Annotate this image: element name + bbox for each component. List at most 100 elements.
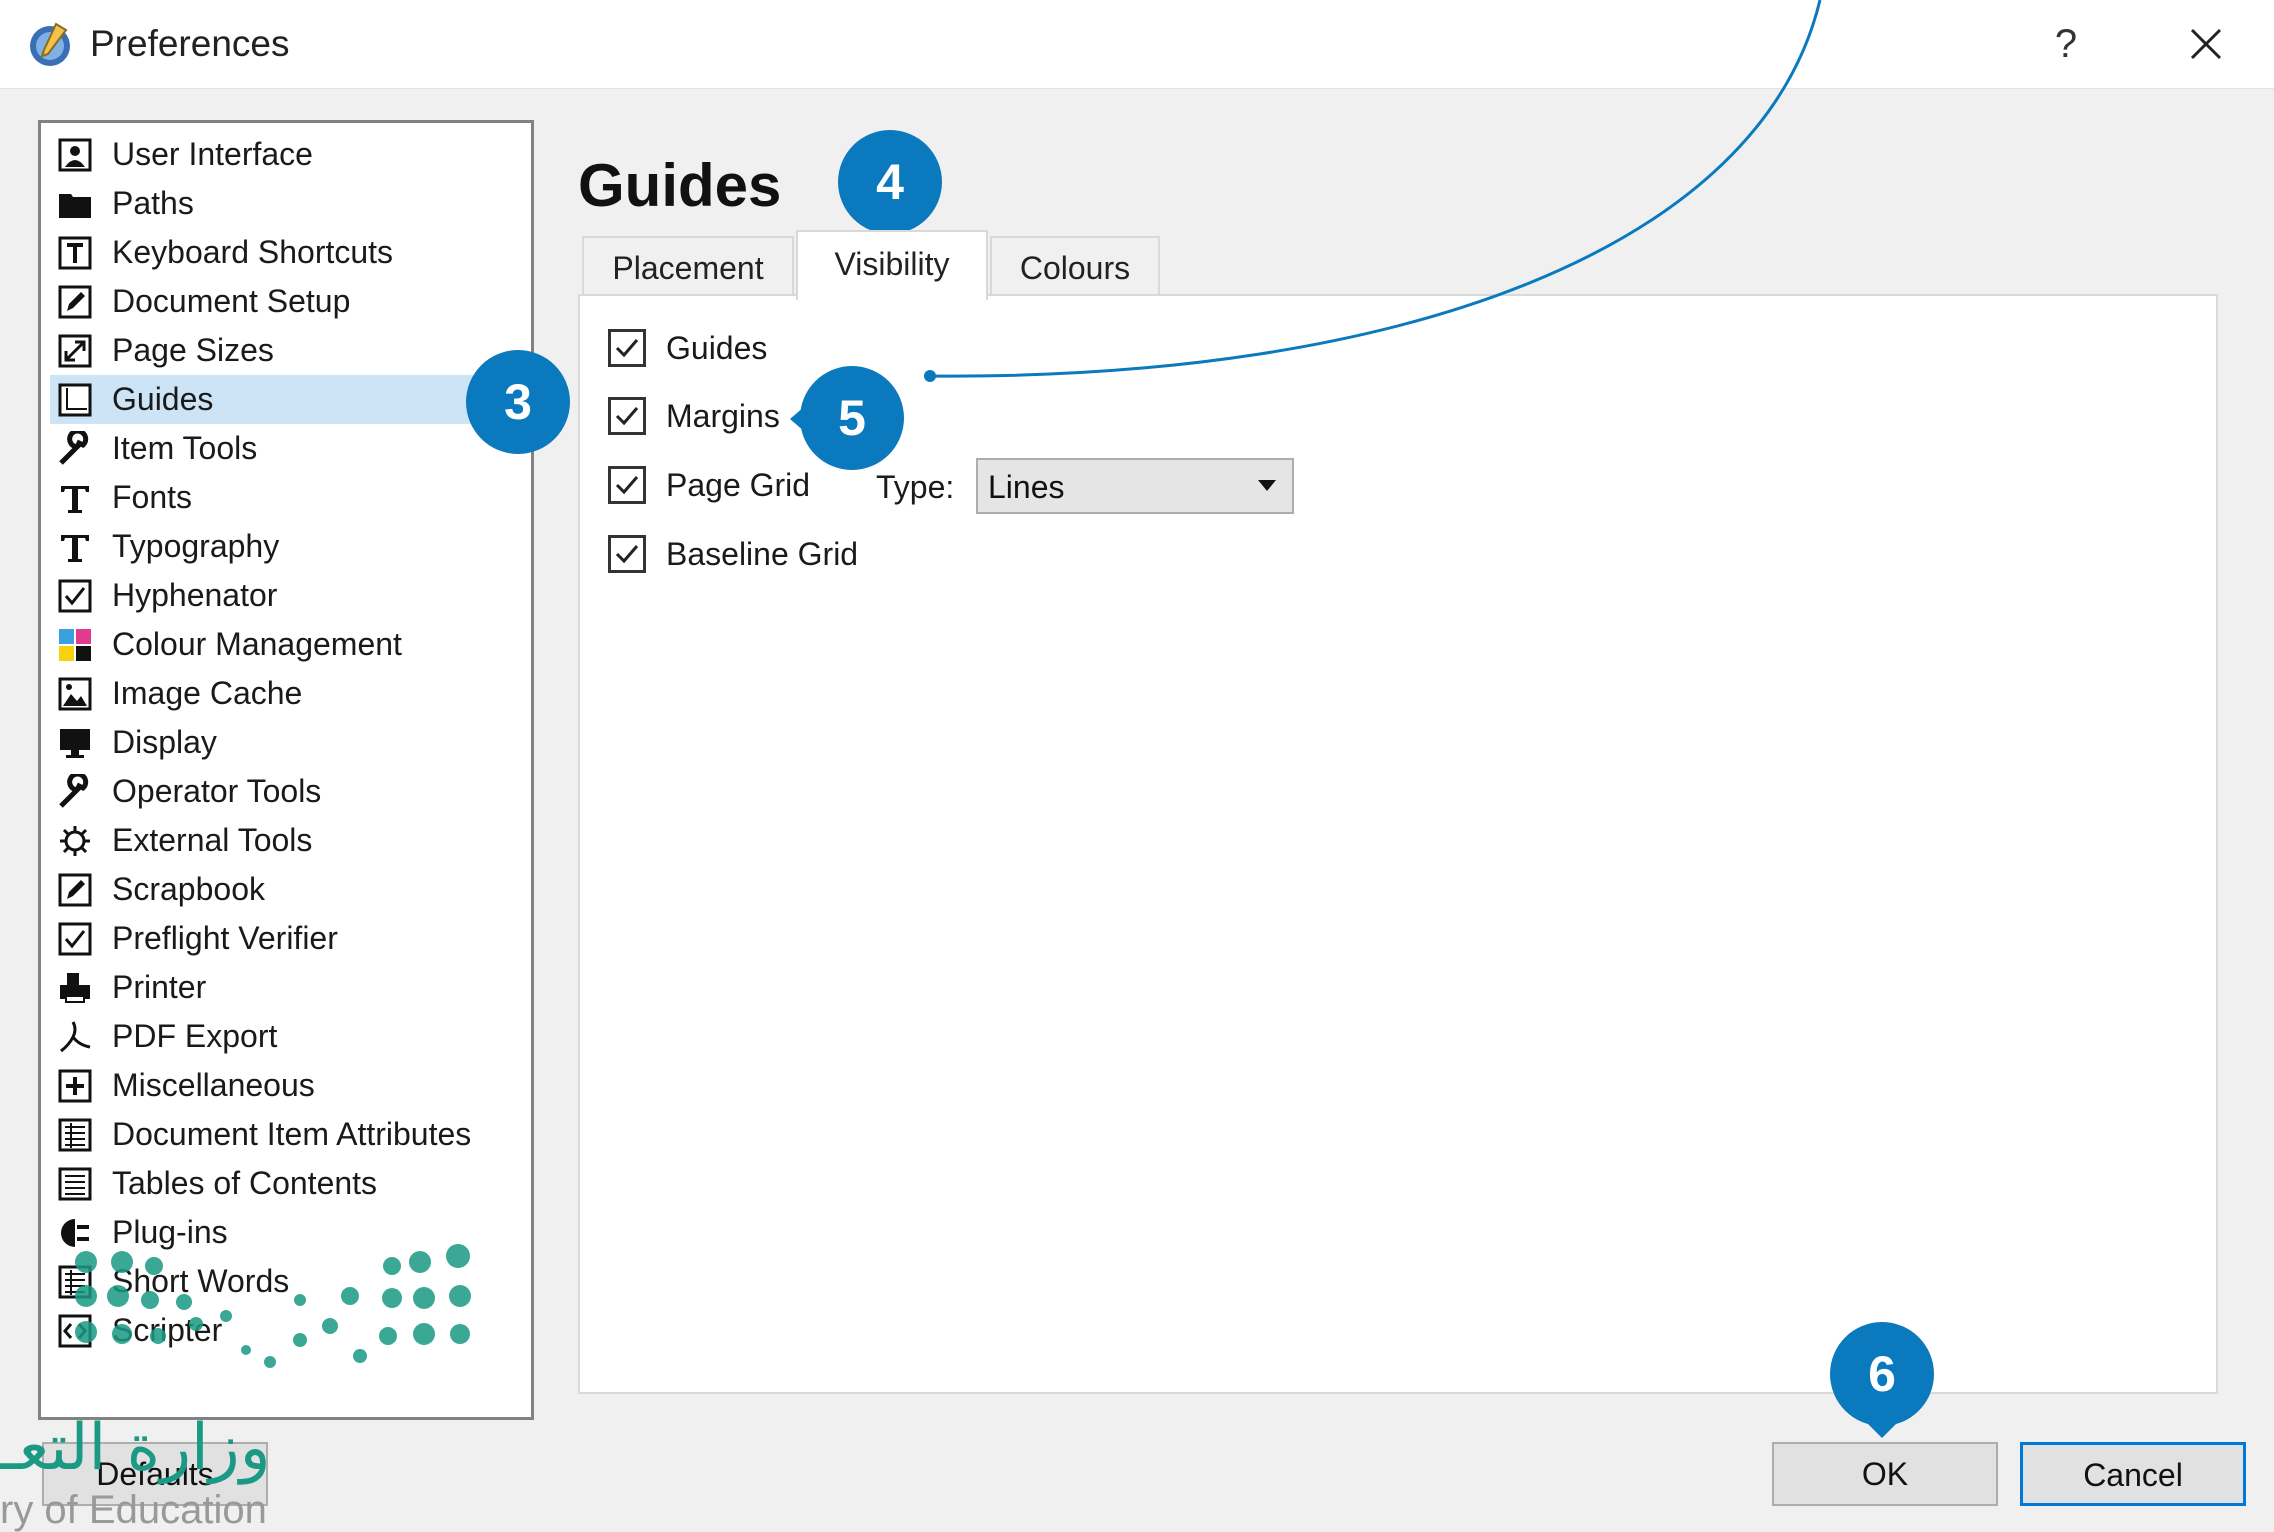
callout-3: 3 [466,350,570,454]
grid-type-label: Type: [876,469,955,505]
ok-button[interactable]: OK [1772,1442,1998,1506]
sidebar-item-keyboard-shortcuts[interactable]: Keyboard Shortcuts [50,228,515,277]
margins-option[interactable]: Margins [608,397,780,435]
sidebar-item-label: Keyboard Shortcuts [112,234,394,270]
baseline-grid-option[interactable]: Baseline Grid [608,535,858,573]
sidebar-item-pdf-export[interactable]: PDF Export [50,1012,515,1061]
baseline-grid-option-label: Baseline Grid [666,535,859,572]
tab-placement[interactable]: Placement [582,236,794,298]
sidebar-item-label: Document Setup [112,283,351,319]
sidebar-item-label: Preflight Verifier [112,920,338,956]
sidebar-item-label: External Tools [112,822,313,858]
font-icon [56,528,94,566]
sidebar-item-document-setup[interactable]: Document Setup [50,277,515,326]
cancel-button[interactable]: Cancel [2020,1442,2246,1506]
sidebar-item-image-cache[interactable]: Image Cache [50,669,515,718]
plugin-icon [56,1214,94,1252]
sidebar-item-label: Plug-ins [112,1214,228,1250]
sidebar-item-label: Hyphenator [112,577,278,613]
sidebar-item-miscellaneous[interactable]: Miscellaneous [50,1061,515,1110]
window-title: Preferences [90,23,290,64]
sidebar-item-typography[interactable]: Typography [50,522,515,571]
sidebar-item-label: Paths [112,185,194,221]
baseline-grid-checkbox[interactable] [608,535,646,573]
watermark-latin: ry of Education [0,1488,267,1532]
scripter-icon [56,1312,94,1350]
help-button[interactable]: ? [2038,16,2094,72]
list-icon [56,1116,94,1154]
sidebar-item-label: Tables of Contents [112,1165,378,1201]
sidebar-item-label: Operator Tools [112,773,322,809]
page-grid-option[interactable]: Page Grid [608,466,810,504]
margins-checkbox[interactable] [608,397,646,435]
sidebar-item-label: PDF Export [112,1018,278,1054]
preferences-category-list[interactable]: User Interface Paths Keyboard Shortcuts … [38,120,534,1420]
sidebar-item-short-words[interactable]: Short Words [50,1257,515,1306]
callout-4: 4 [838,130,942,234]
sidebar-item-user-interface[interactable]: User Interface [50,130,515,179]
folder-icon [56,185,94,223]
sidebar-item-label: Miscellaneous [112,1067,315,1103]
scrapbook-icon [56,871,94,909]
keyboard-shortcuts-icon [56,234,94,272]
sidebar-item-guides[interactable]: Guides [50,375,515,424]
colour-management-icon [56,626,94,664]
chevron-down-icon [1258,480,1276,491]
checkbox-icon [56,577,94,615]
watermark-arabic: وزارة التعـ [0,1411,271,1485]
tab-visibility[interactable]: Visibility [796,230,988,300]
guides-option[interactable]: Guides [608,329,767,367]
close-button[interactable] [2178,14,2234,74]
sidebar-item-label: Typography [112,528,280,564]
plus-box-icon [56,1067,94,1105]
sidebar-item-scripter[interactable]: Scripter [50,1306,515,1355]
sidebar-item-page-sizes[interactable]: Page Sizes [50,326,515,375]
grid-type-select[interactable]: Lines [976,458,1294,514]
sidebar-item-label: Colour Management [112,626,402,662]
page-sizes-icon [56,332,94,370]
wrench-icon [56,773,94,811]
sidebar-item-label: User Interface [112,136,313,172]
guides-checkbox[interactable] [608,329,646,367]
list-icon [56,1165,94,1203]
sidebar-item-colour-management[interactable]: Colour Management [50,620,515,669]
title-bar: Preferences ? [0,0,2274,89]
sidebar-item-paths[interactable]: Paths [50,179,515,228]
sidebar-item-label: Fonts [112,479,193,515]
sidebar-item-plug-ins[interactable]: Plug-ins [50,1208,515,1257]
font-icon [56,479,94,517]
sidebar-item-tables-of-contents[interactable]: Tables of Contents [50,1159,515,1208]
sidebar-item-printer[interactable]: Printer [50,963,515,1012]
page-grid-option-label: Page Grid [666,466,811,503]
sidebar-item-fonts[interactable]: Fonts [50,473,515,522]
margins-option-label: Margins [666,397,780,434]
sidebar-item-document-item-attributes[interactable]: Document Item Attributes [50,1110,515,1159]
sidebar-item-display[interactable]: Display [50,718,515,767]
gear-icon [56,822,94,860]
close-icon [2190,28,2222,60]
list-icon [56,1263,94,1301]
sidebar-item-label: Scripter [112,1312,223,1348]
image-icon [56,675,94,713]
sidebar-item-hyphenator[interactable]: Hyphenator [50,571,515,620]
page-title: Guides [578,152,782,219]
sidebar-item-external-tools[interactable]: External Tools [50,816,515,865]
pdf-icon [56,1018,94,1056]
sidebar-item-label: Document Item Attributes [112,1116,472,1152]
wrench-icon [56,430,94,468]
guides-option-label: Guides [666,329,768,366]
guides-icon [56,381,94,419]
scribus-icon [30,22,70,66]
sidebar-item-label: Page Sizes [112,332,274,368]
page-grid-checkbox[interactable] [608,466,646,504]
sidebar-item-label: Item Tools [112,430,258,466]
tab-colours[interactable]: Colours [990,236,1160,298]
sidebar-item-item-tools[interactable]: Item Tools [50,424,515,473]
sidebar-item-label: Scrapbook [112,871,265,907]
sidebar-item-operator-tools[interactable]: Operator Tools [50,767,515,816]
document-setup-icon [56,283,94,321]
sidebar-item-scrapbook[interactable]: Scrapbook [50,865,515,914]
sidebar-item-preflight-verifier[interactable]: Preflight Verifier [50,914,515,963]
monitor-icon [56,724,94,762]
sidebar-item-label: Guides [112,381,214,417]
